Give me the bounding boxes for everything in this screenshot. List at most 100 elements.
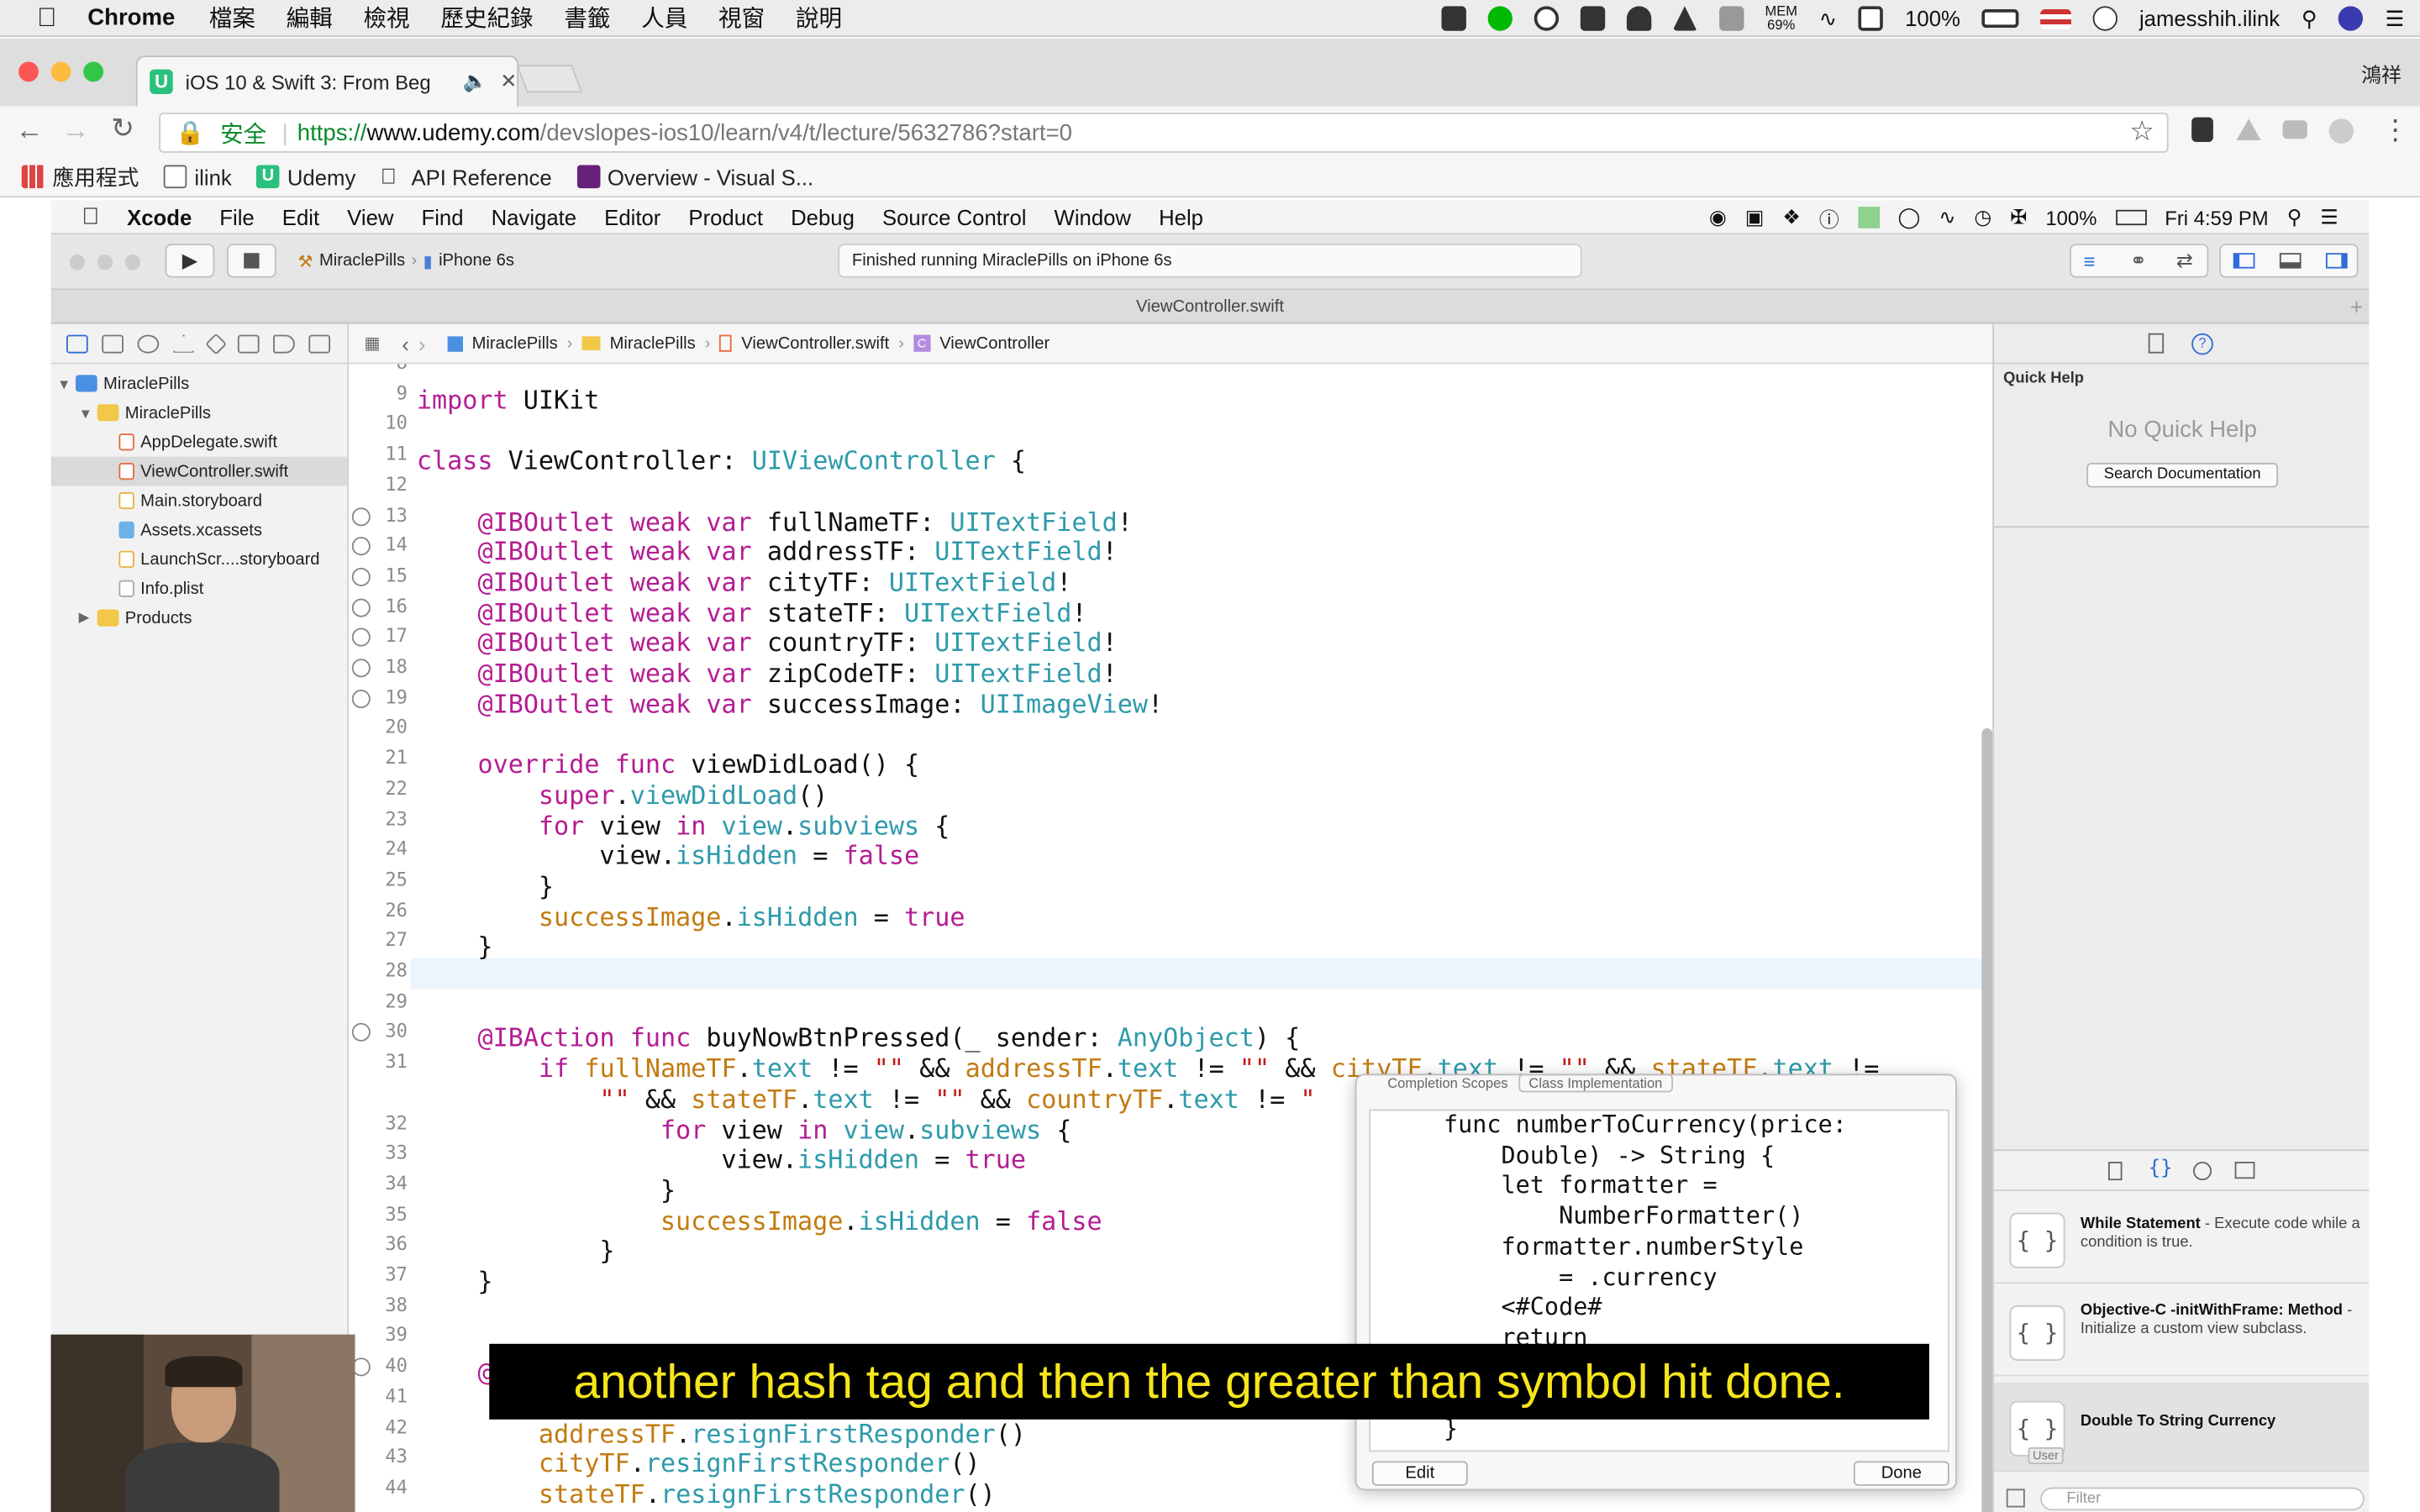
- snippet-item[interactable]: { } While Statement - Execute code while…: [1994, 1194, 2370, 1284]
- panel-toggle-group[interactable]: [2219, 244, 2359, 278]
- search-documentation-button[interactable]: Search Documentation: [2086, 463, 2279, 488]
- symbol-navigator-icon[interactable]: [102, 333, 124, 353]
- tree-file[interactable]: Info.plist: [51, 574, 348, 603]
- back-icon[interactable]: ←: [15, 114, 43, 147]
- user-name[interactable]: jamesshih.ilink: [2139, 6, 2280, 30]
- search-app-icon[interactable]: [1533, 6, 1559, 31]
- creative-cloud-icon[interactable]: ◯: [1898, 205, 1921, 229]
- line-gutter[interactable]: 8910111213141516171819202122232425262728…: [349, 364, 411, 1512]
- jump-symbol[interactable]: ViewController: [939, 334, 1050, 353]
- editor-mode-group[interactable]: ≡ ⚭ ⇄: [2070, 244, 2209, 278]
- minimize-window-button[interactable]: [50, 61, 71, 82]
- line-number[interactable]: 29: [349, 987, 408, 1017]
- test-navigator-icon[interactable]: [205, 332, 228, 354]
- evernote-icon[interactable]: [1440, 6, 1466, 31]
- xcode-menu-view[interactable]: View: [347, 204, 393, 228]
- assistant-editor-icon[interactable]: ⚭: [2130, 249, 2147, 273]
- xcode-menu-source-control[interactable]: Source Control: [882, 204, 1027, 228]
- menu-history[interactable]: 歷史紀錄: [440, 2, 533, 34]
- jump-file[interactable]: ViewController.swift: [741, 334, 889, 353]
- minimize-window-button[interactable]: [97, 255, 113, 270]
- battery-icon[interactable]: [2115, 209, 2147, 226]
- disclosure-closed-icon[interactable]: ▶: [79, 610, 94, 627]
- clock[interactable]: Fri 4:59 PM: [2165, 206, 2268, 229]
- close-window-button[interactable]: [18, 61, 39, 82]
- line-icon[interactable]: [1486, 6, 1512, 31]
- spotlight-icon[interactable]: ⚲: [2287, 205, 2302, 229]
- navigator-toggle-icon[interactable]: [2233, 253, 2255, 269]
- line-number[interactable]: 25: [349, 865, 408, 895]
- line-number[interactable]: 36: [349, 1230, 408, 1260]
- line-number[interactable]: 35: [349, 1200, 408, 1230]
- zoom-window-button[interactable]: [83, 61, 104, 82]
- line-number[interactable]: 38: [349, 1291, 408, 1321]
- menu-bookmarks[interactable]: 書籤: [564, 2, 610, 34]
- line-number[interactable]: 22: [349, 774, 408, 805]
- camera-ext-icon[interactable]: [2282, 120, 2307, 139]
- apple-menu-icon[interactable]: : [37, 3, 56, 34]
- ext-icon[interactable]: [2328, 118, 2354, 144]
- forward-icon[interactable]: →: [61, 114, 89, 147]
- breakpoint-navigator-icon[interactable]: [273, 333, 295, 353]
- report-navigator-icon[interactable]: [308, 333, 331, 353]
- run-button[interactable]: ▶: [165, 244, 215, 278]
- outlet-connection-circle-icon[interactable]: [351, 507, 371, 526]
- spotlight-icon[interactable]: ⚲: [2302, 5, 2317, 31]
- menu-app-name[interactable]: Chrome: [87, 5, 175, 31]
- disclosure-open-icon[interactable]: ▼: [79, 405, 94, 420]
- xcode-menu-editor[interactable]: Editor: [604, 204, 660, 228]
- line-number[interactable]: 39: [349, 1321, 408, 1352]
- bookmark-visual-studio[interactable]: Overview - Visual S...: [576, 165, 813, 189]
- debug-navigator-icon[interactable]: [237, 333, 260, 353]
- add-tab-icon[interactable]: +: [2350, 290, 2363, 323]
- line-number[interactable]: 10: [349, 409, 408, 439]
- memory-monitor[interactable]: MEM 69%: [1765, 4, 1797, 33]
- address-bar[interactable]: 🔒 安全 | https://www.udemy.com/devslopes-i…: [159, 113, 2169, 153]
- menu-people[interactable]: 人員: [641, 2, 687, 34]
- line-number[interactable]: 24: [349, 835, 408, 865]
- related-items-icon[interactable]: ▦: [364, 333, 380, 354]
- location-icon[interactable]: ◉: [1709, 205, 1727, 229]
- reload-icon[interactable]: ↻: [111, 113, 134, 145]
- folder-navigator-icon[interactable]: [66, 333, 88, 353]
- tree-file[interactable]: AppDelegate.swift: [51, 428, 348, 457]
- grid-view-icon[interactable]: [2006, 1488, 2025, 1508]
- snippet-item[interactable]: { } Objective-C -initWithFrame: Method -…: [1994, 1287, 2370, 1377]
- scopes-value[interactable]: Class Implementation: [1518, 1075, 1674, 1093]
- done-button[interactable]: Done: [1853, 1461, 1949, 1486]
- line-number[interactable]: 32: [349, 1109, 408, 1139]
- bluetooth-icon[interactable]: ✠: [2010, 205, 2027, 229]
- find-navigator-icon[interactable]: [137, 333, 160, 353]
- play-circle-icon[interactable]: [2092, 6, 2118, 31]
- tree-file[interactable]: LaunchScr....storyboard: [51, 544, 348, 574]
- line-number[interactable]: 44: [349, 1473, 408, 1504]
- grid-icon[interactable]: [1718, 6, 1744, 31]
- menu-view[interactable]: 檢視: [363, 2, 409, 34]
- tree-file[interactable]: Assets.xcassets: [51, 515, 348, 544]
- notification-center-icon[interactable]: ☰: [2386, 5, 2405, 31]
- menu-file[interactable]: 檔案: [209, 2, 255, 34]
- bookmark-star-icon[interactable]: ☆: [2129, 116, 2154, 149]
- line-number[interactable]: 33: [349, 1139, 408, 1169]
- jump-group[interactable]: MiraclePills: [610, 334, 696, 353]
- outlet-connection-circle-icon[interactable]: [351, 689, 371, 708]
- record-icon[interactable]: ▣: [1745, 205, 1765, 229]
- code-snippet-icon[interactable]: {}: [2149, 1158, 2173, 1181]
- apple-menu-icon[interactable]: : [82, 203, 99, 229]
- snippet-item-selected[interactable]: { } User Double To String Currency: [1994, 1382, 2370, 1473]
- list-icon[interactable]: ☰: [2320, 205, 2338, 229]
- tree-project[interactable]: ▼ MiraclePills: [51, 369, 348, 398]
- line-number[interactable]: 11: [349, 440, 408, 470]
- bookmark-apps[interactable]: 應用程式: [21, 161, 139, 192]
- dropbox-icon[interactable]: ❖: [1782, 205, 1800, 229]
- evernote-ext-icon[interactable]: [2191, 117, 2213, 142]
- close-tab-icon[interactable]: ✕: [500, 70, 517, 94]
- zoom-window-button[interactable]: [124, 255, 141, 270]
- menu-help[interactable]: 說明: [796, 2, 842, 34]
- object-library-icon[interactable]: [2193, 1162, 2212, 1181]
- line-number[interactable]: 9: [349, 379, 408, 409]
- editor-scrollbar[interactable]: [1981, 727, 1993, 1512]
- tree-file-selected[interactable]: ViewController.swift: [50, 456, 348, 486]
- chrome-menu-icon[interactable]: ⋮: [2381, 114, 2409, 147]
- time-machine-icon[interactable]: ◷: [1974, 205, 1991, 229]
